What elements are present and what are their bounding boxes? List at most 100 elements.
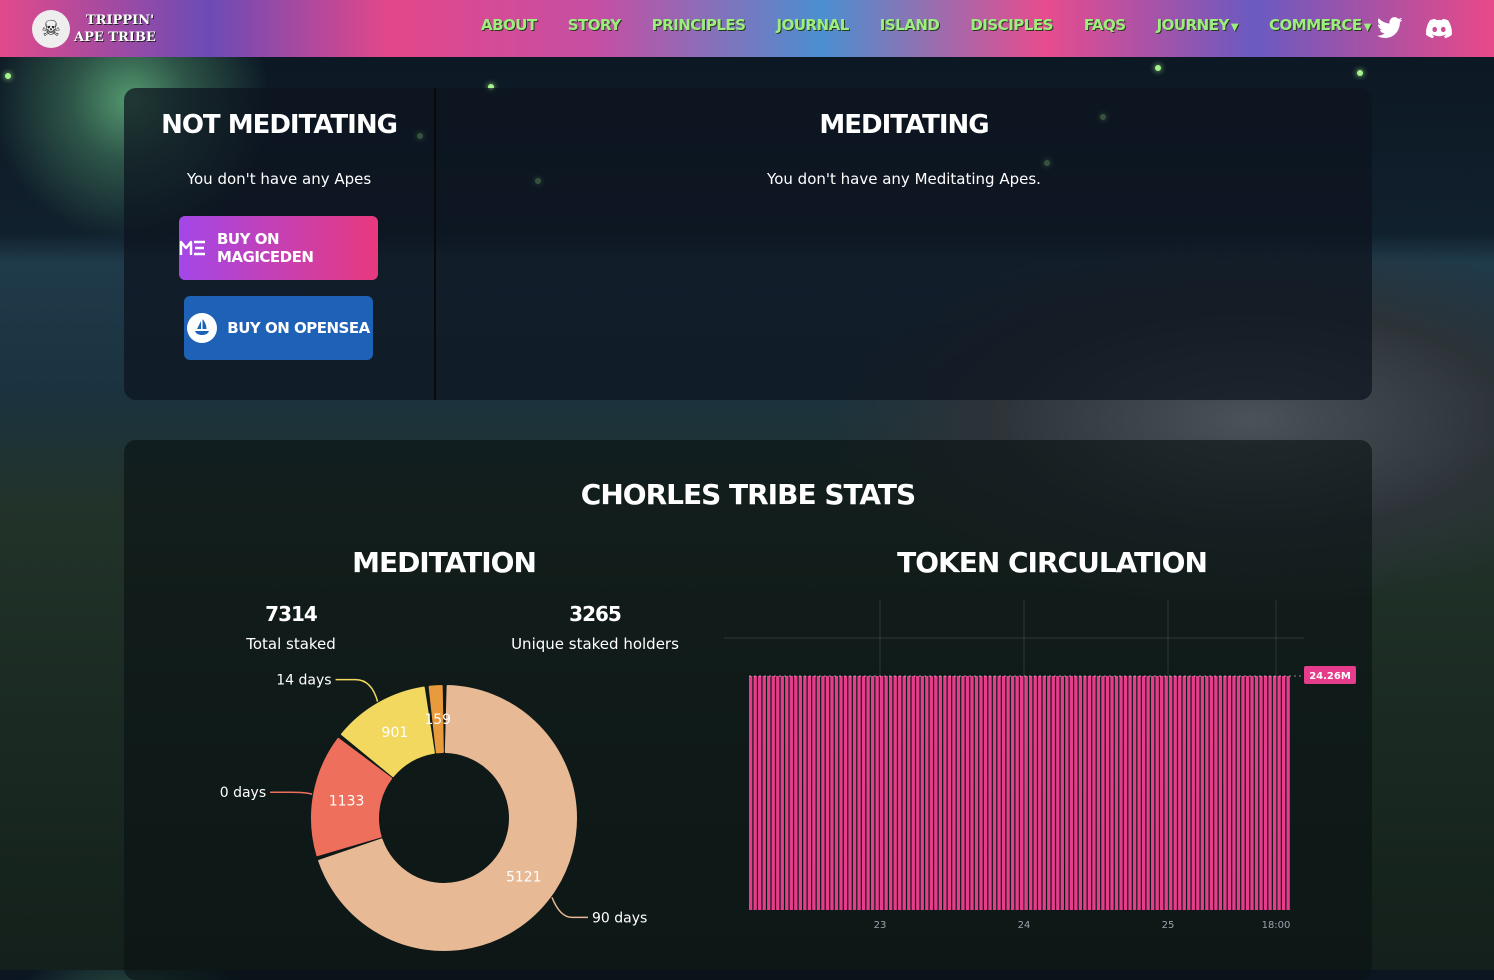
circulation-bar: [816, 676, 821, 910]
circulation-bar: [1060, 676, 1064, 910]
circulation-bar: [1078, 676, 1083, 910]
circulation-bar: [907, 676, 911, 910]
circulation-bar: [1132, 676, 1137, 910]
circulation-bar: [1277, 676, 1281, 910]
not-meditating-message: You don't have any Apes: [186, 170, 372, 188]
circulation-bar: [938, 676, 943, 910]
circulation-bar: [916, 676, 920, 910]
circulation-bar: [839, 676, 843, 910]
nav-link-disciples[interactable]: DISCIPLES: [970, 16, 1053, 34]
donut-value-label: 1133: [329, 793, 365, 809]
token-circulation-chart: 24.26M 23 24 25 18:00: [724, 600, 1356, 931]
circulation-bar: [1006, 676, 1010, 910]
circulation-bar: [1200, 676, 1204, 910]
tribe-stats-panel: CHORLES TRIBE STATS MEDITATION TOKEN CIR…: [124, 440, 1372, 980]
circulation-bar: [884, 676, 888, 910]
firefly: [5, 73, 11, 79]
circulation-bar: [1205, 676, 1209, 910]
circulation-bar: [1254, 676, 1259, 910]
opensea-icon: [187, 313, 218, 343]
discord-icon[interactable]: [1426, 17, 1452, 39]
circulation-bar: [893, 676, 897, 910]
circulation-bar: [767, 676, 771, 910]
meditation-donut-chart: 5121 1133 901 159 90 days 0 days 14 days: [220, 673, 647, 951]
circulation-bar: [1137, 676, 1141, 910]
circulation-bar: [920, 676, 924, 910]
circulation-bar: [1020, 676, 1024, 910]
circulation-bar: [961, 676, 965, 910]
callout-line: [335, 678, 379, 702]
not-meditating-title: NOT MEDITATING: [161, 110, 398, 140]
circulation-bar: [843, 676, 848, 910]
circulation-bar: [857, 676, 861, 910]
circulation-bar: [1128, 676, 1132, 910]
circulation-bar: [803, 676, 807, 910]
circulation-bar: [1114, 676, 1119, 910]
nav-link-journal[interactable]: JOURNAL: [776, 16, 849, 34]
circulation-bar: [1074, 676, 1078, 910]
circulation-bar: [825, 676, 830, 910]
donut-value-label: 901: [382, 725, 409, 741]
circulation-bar: [997, 676, 1001, 910]
circulation-bar: [866, 676, 870, 910]
circulation-bar: [776, 676, 780, 910]
circulation-bar: [983, 676, 988, 910]
meditating-message: You don't have any Meditating Apes.: [767, 170, 1041, 188]
circulation-bar: [807, 676, 812, 910]
circulation-bar: [1241, 676, 1245, 910]
circulation-bar: [1010, 676, 1015, 910]
circulation-bar: [879, 676, 884, 910]
circulation-bar: [771, 676, 775, 910]
nav-link-principles[interactable]: PRINCIPLES: [652, 16, 746, 34]
circulation-bar: [1286, 676, 1290, 910]
nav-link-story[interactable]: STORY: [568, 16, 621, 34]
circulation-bar: [956, 676, 961, 910]
circulation-bar: [875, 676, 879, 910]
nav-dropdown-journey[interactable]: JOURNEY ▼: [1157, 16, 1239, 34]
buy-on-magiceden-button[interactable]: BUY ON MAGICEDEN: [179, 216, 378, 280]
circulation-bar: [794, 676, 798, 910]
circulation-bar: [812, 676, 816, 910]
circulation-bar: [1227, 676, 1232, 910]
nav-link-island[interactable]: ISLAND: [880, 16, 940, 34]
donut-value-label: 5121: [506, 870, 542, 886]
circulation-bar: [1209, 676, 1214, 910]
nav-link-about[interactable]: ABOUT: [481, 16, 537, 34]
meditating-title: MEDITATING: [819, 110, 989, 140]
circulation-bar: [1268, 676, 1272, 910]
circulation-bar: [1024, 676, 1028, 910]
callout-line: [551, 897, 588, 919]
x-tick-label: 24: [1018, 920, 1031, 931]
circulation-bar: [992, 676, 997, 910]
circulation-bar: [830, 676, 834, 910]
twitter-icon[interactable]: [1377, 17, 1403, 39]
circulation-bar: [1096, 676, 1101, 910]
nav-link-faqs[interactable]: FAQS: [1084, 16, 1126, 34]
circulation-bar: [1105, 676, 1110, 910]
buy-on-opensea-button[interactable]: BUY ON OPENSEA: [184, 296, 373, 360]
circulation-bar: [952, 676, 956, 910]
circulation-bar: [1232, 676, 1236, 910]
circulation-bar: [1056, 676, 1060, 910]
circulation-bar: [762, 676, 766, 910]
circulation-bar: [1196, 676, 1200, 910]
donut-category-label: 90 days: [592, 910, 647, 926]
circulation-bar: [1272, 676, 1277, 910]
token-circulation-title: TOKEN CIRCULATION: [897, 546, 1208, 579]
top-navbar: ☠ TRIPPIN' APE TRIBE ABOUT STORY PRINCIP…: [0, 0, 1494, 57]
x-tick-label: 18:00: [1262, 920, 1291, 931]
nav-dropdown-commerce[interactable]: COMMERCE ▼: [1269, 16, 1371, 34]
circulation-bar: [1155, 676, 1159, 910]
circulation-bar: [898, 676, 902, 910]
circulation-bar: [925, 676, 929, 910]
circulation-bar: [785, 676, 789, 910]
circulation-bar: [1083, 676, 1087, 910]
logo[interactable]: ☠ TRIPPIN' APE TRIBE: [32, 10, 156, 48]
circulation-bar: [1141, 676, 1146, 910]
circulation-bar: [834, 676, 839, 910]
circulation-bar: [1101, 676, 1105, 910]
chevron-down-icon: ▼: [1363, 22, 1372, 33]
circulation-bar: [1250, 676, 1254, 910]
circulation-bar: [780, 676, 784, 910]
circulation-bar: [821, 676, 825, 910]
